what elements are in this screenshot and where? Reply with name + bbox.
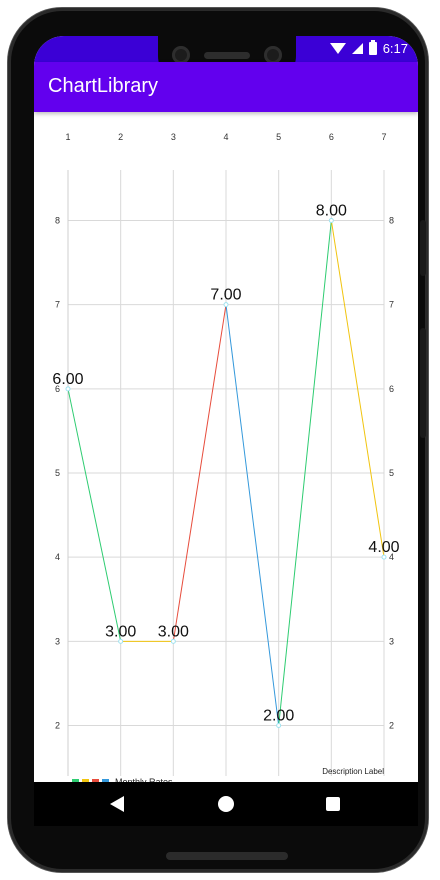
- status-time: 6:17: [382, 41, 408, 56]
- x-tick-label: 4: [223, 132, 228, 142]
- y-tick-label-left: 2: [55, 721, 60, 731]
- app-bar: ChartLibrary: [34, 62, 418, 112]
- y-tick-label-left: 8: [55, 216, 60, 226]
- battery-icon: [368, 40, 377, 55]
- line-segment: [67, 388, 122, 642]
- x-tick-label: 3: [171, 132, 176, 142]
- data-value-label: 2.00: [263, 708, 294, 725]
- y-tick-label-left: 7: [55, 300, 60, 310]
- wifi-icon: [329, 43, 346, 54]
- signal-icon: [351, 43, 363, 54]
- x-tick-label: 7: [381, 132, 386, 142]
- y-tick-label-right: 7: [389, 300, 394, 310]
- back-icon[interactable]: [110, 796, 124, 812]
- y-tick-label-right: 6: [389, 384, 394, 394]
- y-tick-label-right: 8: [389, 216, 394, 226]
- data-value-label: 7.00: [210, 287, 241, 304]
- x-tick-label: 1: [65, 132, 70, 142]
- y-tick-label-right: 3: [389, 636, 394, 646]
- x-tick-label: 5: [276, 132, 281, 142]
- y-tick-label-left: 5: [55, 468, 60, 478]
- x-tick-label: 2: [118, 132, 123, 142]
- chart-description-label: Description Label: [322, 767, 384, 776]
- y-tick-label-left: 4: [55, 552, 60, 562]
- recents-icon[interactable]: [326, 797, 340, 811]
- status-icons: 6:17: [329, 40, 408, 56]
- power-button: [420, 328, 426, 438]
- y-tick-label-left: 3: [55, 636, 60, 646]
- line-chart[interactable]: 1 2 3 4 5 6 7 2 2 3 3 4 4 5 5 6 6 7 7 8 8 6.00 3.00 3.00 7.00 2.0…: [34, 112, 418, 782]
- earpiece-speaker: [204, 52, 250, 59]
- data-value-label: 3.00: [105, 623, 136, 640]
- data-value-label: 4.00: [368, 539, 399, 556]
- chart-canvas[interactable]: 1 2 3 4 5 6 72 23 34 45 56 67 78 86.003.00 3.007.002.0…: [34, 112, 418, 782]
- y-tick-label-right: 5: [389, 468, 394, 478]
- x-tick-label: 6: [329, 132, 334, 142]
- app-title: ChartLibrary: [48, 75, 159, 97]
- y-tick-label-right: 2: [389, 721, 394, 731]
- screen: 6:17 ChartLibrary 1234567223344556677886…: [34, 36, 418, 826]
- bottom-speaker: [166, 852, 288, 860]
- volume-button: [420, 220, 426, 276]
- navigation-bar: [34, 782, 418, 826]
- line-segment: [225, 304, 280, 726]
- home-icon[interactable]: [218, 796, 234, 812]
- data-value-label: 3.00: [158, 623, 189, 640]
- data-value-label: 8.00: [316, 203, 347, 220]
- phone-frame: 6:17 ChartLibrary 1234567223344556677886…: [8, 8, 428, 872]
- data-value-label: 6.00: [52, 371, 83, 388]
